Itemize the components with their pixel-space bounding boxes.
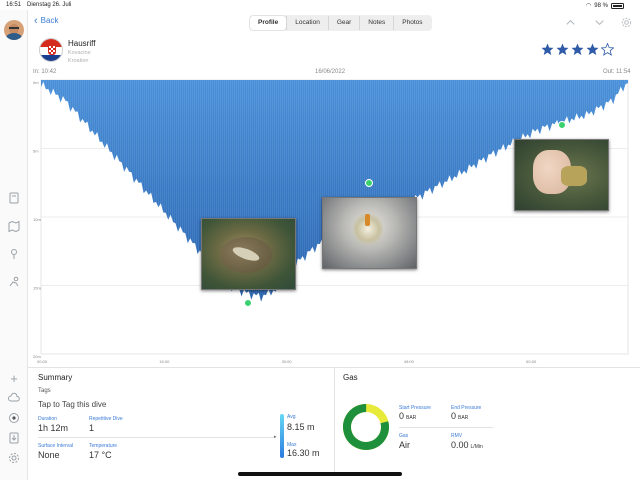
photo-crab[interactable]	[201, 218, 296, 290]
gas-divider	[399, 427, 493, 428]
end-pressure: 0 BAR	[451, 411, 468, 421]
time-tick-label: 60:00	[526, 359, 537, 364]
depth-tick-label: 0m	[33, 80, 39, 85]
photo-depth-marker[interactable]	[365, 179, 373, 187]
gas-title: Gas	[343, 373, 358, 382]
gas-donut-chart	[343, 404, 389, 450]
home-indicator[interactable]	[238, 472, 402, 476]
time-tick-label: 30:00	[282, 359, 293, 364]
depth-tick-label: 5m	[33, 149, 39, 154]
depth-tick-label: 15m	[33, 286, 41, 291]
depth-tick-label: 10m	[33, 217, 41, 222]
plus-icon[interactable]: +	[7, 371, 21, 386]
photo-fanworm[interactable]	[322, 197, 417, 269]
photo-hand[interactable]	[514, 139, 609, 211]
time-tick-label: 15:00	[159, 359, 170, 364]
rmv-unit: L/Min	[470, 444, 483, 450]
rmv-value: 0.00	[451, 440, 469, 450]
end-pressure-value: 0	[451, 411, 457, 421]
time-tick-label: 45:00	[404, 359, 415, 364]
time-tick-label: 00:00	[37, 359, 48, 364]
gas-type-label: Gas	[399, 433, 409, 439]
summary-divider	[38, 437, 274, 438]
duration-value: 1h 12m	[38, 423, 69, 433]
end-pressure-unit: BAR	[458, 415, 469, 421]
start-pressure: 0 BAR	[399, 411, 416, 421]
rmv-label: RMV	[451, 433, 463, 439]
duration-label: Duration	[38, 416, 57, 422]
avg-depth-label: Avg	[287, 414, 296, 420]
record-icon[interactable]	[7, 411, 21, 425]
avg-depth-value: 8.15 m	[287, 422, 315, 432]
tags-label: Tags	[38, 388, 51, 394]
tags-input[interactable]: Tap to Tag this dive	[38, 400, 106, 409]
panel-divider-vertical	[334, 368, 335, 476]
repetitive-value: 1	[89, 423, 95, 433]
max-depth-value: 16.30 m	[287, 448, 320, 458]
depth-gauge-bar	[280, 414, 284, 458]
settings-icon[interactable]	[7, 451, 21, 465]
surface-interval-value: None	[38, 450, 60, 460]
repetitive-label: Repetitive Dive	[89, 416, 123, 422]
surface-interval-label: Surface Interval	[38, 443, 74, 449]
summary-title: Summary	[38, 373, 73, 382]
temperature-value: 17 °C	[89, 450, 112, 460]
cloud-icon[interactable]	[7, 391, 21, 405]
temperature-label: Temperature	[89, 443, 118, 449]
photo-depth-marker[interactable]	[558, 121, 566, 129]
start-pressure-value: 0	[399, 411, 405, 421]
chevron-right-icon: ▸	[274, 434, 277, 440]
gas-type-value: Air	[399, 440, 410, 450]
import-icon[interactable]	[7, 431, 21, 445]
photo-depth-marker[interactable]	[244, 299, 252, 307]
rmv: 0.00 L/Min	[451, 440, 483, 450]
start-pressure-unit: BAR	[406, 415, 417, 421]
